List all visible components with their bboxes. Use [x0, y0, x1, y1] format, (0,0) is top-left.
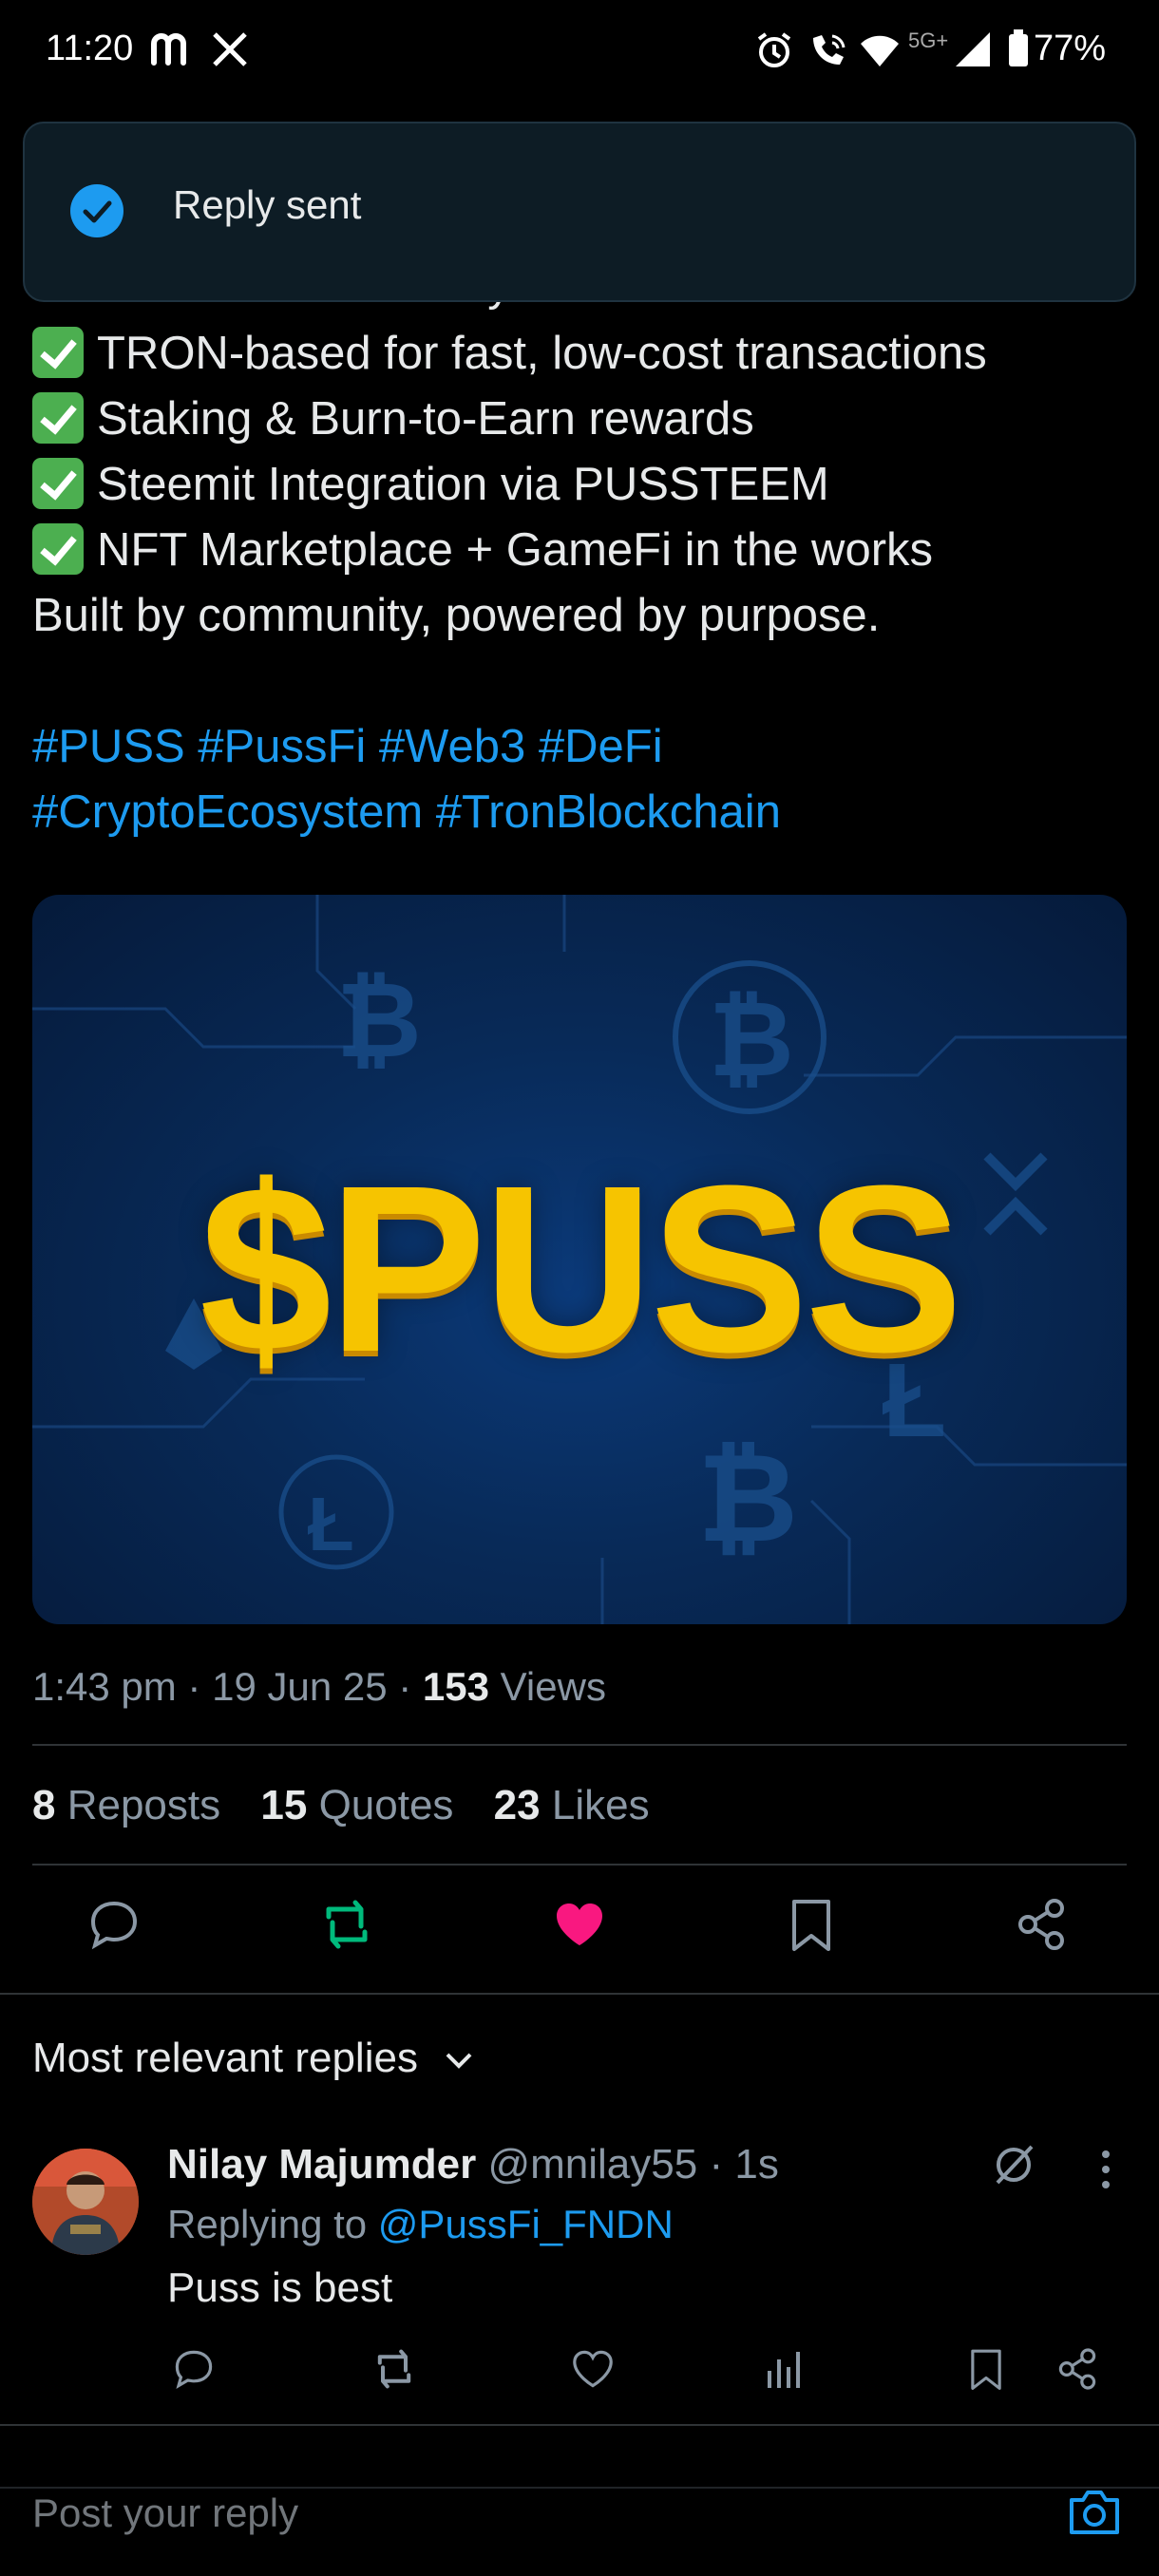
hashtags-line[interactable]: #PUSS #PussFi #Web3 #DeFi [32, 720, 663, 773]
reply-share-button[interactable] [1054, 2346, 1100, 2392]
svg-text:Ł: Ł [308, 1482, 354, 1566]
reply-text: Puss is best [167, 2264, 393, 2311]
divider [32, 1864, 1127, 1866]
divider [0, 1993, 1159, 1995]
reply-views-button[interactable] [766, 2346, 804, 2392]
replies-sort-dropdown[interactable]: Most relevant replies [32, 2035, 473, 2082]
grok-icon[interactable] [990, 2141, 1037, 2188]
battery-percent: 77% [1034, 28, 1107, 68]
reposts-stat[interactable]: 8 Reposts [32, 1782, 220, 1828]
comment-icon [90, 1901, 138, 1950]
more-options-icon[interactable] [1098, 2149, 1113, 2190]
battery-icon [1007, 28, 1030, 68]
tweet-media-image[interactable]: ₿ ₿ ₿ Ł Ł $PUSS [32, 895, 1127, 1624]
reply-like-button[interactable] [570, 2346, 616, 2392]
quotes-stat[interactable]: 15 Quotes [260, 1782, 453, 1828]
hashtags-line[interactable]: #CryptoEcosystem #TronBlockchain [32, 786, 781, 839]
like-button[interactable] [551, 1896, 608, 1953]
bookmark-icon [792, 1900, 830, 1951]
divider [0, 2487, 1159, 2489]
svg-text:₿: ₿ [336, 962, 422, 1079]
bookmark-icon [971, 2349, 1001, 2390]
avatar[interactable] [32, 2149, 139, 2255]
check-mark-icon [32, 523, 84, 575]
replying-to: Replying to @PussFi_FNDN [167, 2202, 674, 2246]
reply-comment-button[interactable] [171, 2346, 217, 2392]
reply-repost-button[interactable] [370, 2346, 418, 2392]
svg-text:₿: ₿ [697, 1429, 798, 1567]
reply-bookmark-button[interactable] [965, 2346, 1007, 2392]
share-button[interactable] [1013, 1896, 1070, 1953]
repost-icon [377, 2349, 411, 2389]
signal-icon [954, 30, 992, 68]
tweet-closing-line: Built by community, powered by purpose. [32, 590, 881, 641]
heart-icon [573, 2350, 613, 2388]
status-bar: 11:20 5G+ 77% [0, 0, 1159, 103]
x-logo-icon [211, 30, 249, 68]
checklist-item: NFT Marketplace + GameFi in the works [32, 523, 933, 577]
check-mark-icon [32, 327, 84, 378]
check-mark-icon [32, 392, 84, 444]
heart-filled-icon [557, 1904, 602, 1945]
reply-author[interactable]: Nilay Majumder @mnilay55 · 1s [167, 2141, 779, 2188]
wifi-icon [859, 32, 901, 68]
repost-button[interactable] [317, 1896, 376, 1953]
alarm-icon [754, 30, 794, 70]
share-icon [1018, 1899, 1064, 1950]
reply-sent-toast: Reply sent [23, 122, 1136, 302]
divider [0, 2424, 1159, 2426]
network-type: 5G+ [908, 28, 949, 52]
svg-text:₿: ₿ [709, 981, 794, 1098]
wifi-call-icon [808, 30, 849, 70]
checklist-item: Steemit Integration via PUSSTEEM [32, 458, 829, 511]
tweet-stats: 8 Reposts 15 Quotes 23 Likes [32, 1782, 650, 1829]
likes-stat[interactable]: 23 Likes [494, 1782, 650, 1828]
media-token-text: $PUSS [200, 1136, 963, 1401]
divider [32, 1744, 1127, 1746]
reply-input[interactable]: Post your reply [32, 2491, 298, 2536]
tweet-timestamp: 1:43 pm · 19 Jun 25 · 153 Views [32, 1664, 606, 1709]
toast-text: Reply sent [173, 182, 362, 227]
share-icon [1058, 2348, 1096, 2390]
app-m-icon [150, 30, 192, 68]
checklist-item: TRON-based for fast, low-cost transactio… [32, 327, 987, 380]
analytics-icon [768, 2352, 800, 2388]
repost-icon [326, 1900, 368, 1949]
status-time: 11:20 [46, 28, 134, 68]
reply-button[interactable] [86, 1896, 142, 1953]
chevron-down-icon [446, 2053, 472, 2070]
checklist-item: Staking & Burn-to-Earn rewards [32, 392, 754, 445]
comment-icon [175, 2350, 213, 2389]
camera-icon[interactable] [1066, 2485, 1123, 2538]
bookmark-button[interactable] [785, 1896, 838, 1953]
check-circle-icon [68, 182, 125, 239]
check-mark-icon [32, 458, 84, 509]
